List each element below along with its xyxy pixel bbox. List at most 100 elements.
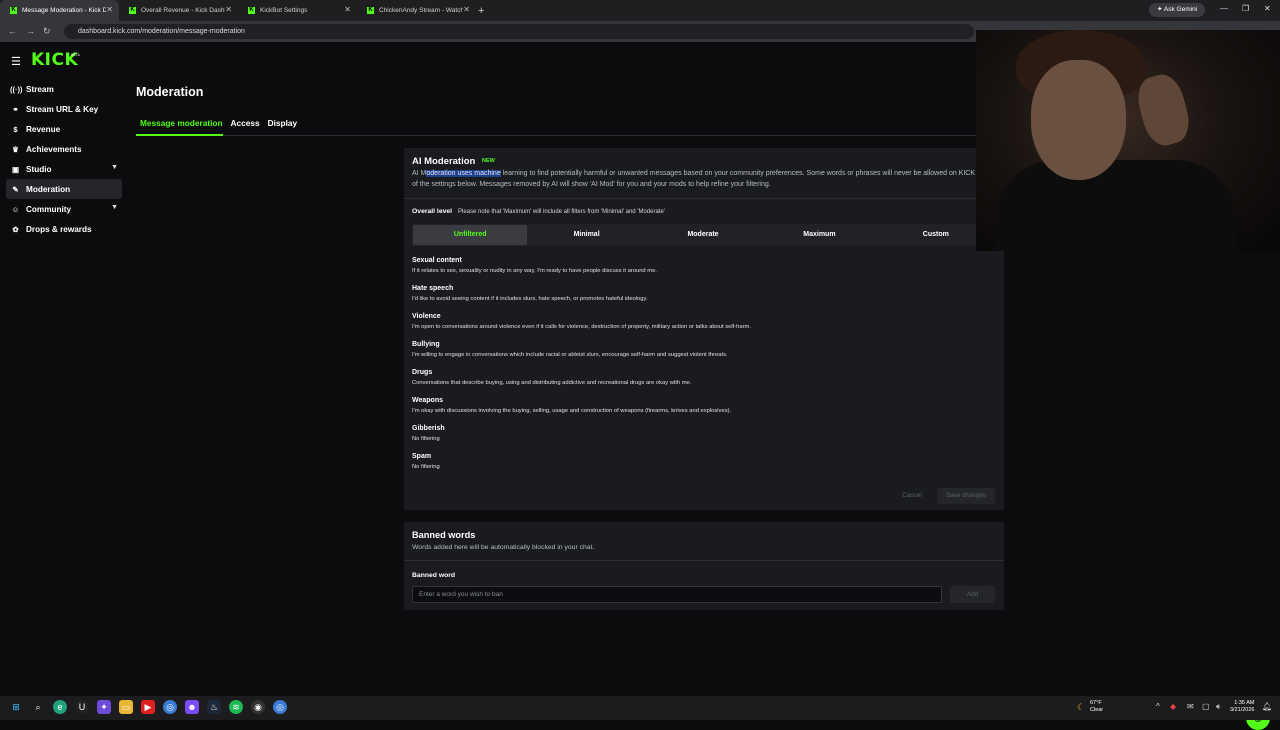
category-weapons: Weapons I'm okay with discussions involv… [412,396,992,417]
forward-icon[interactable]: → [26,26,35,36]
banned-words-title: Banned words [412,530,476,540]
close-window-icon[interactable]: ✕ [1264,4,1271,13]
kick-favicon-icon: K [367,7,374,14]
category-desc: I'm willing to engage in conversations w… [412,352,728,358]
level-moderate[interactable]: Moderate [646,225,760,245]
ai-moderation-title: AI Moderation [412,156,476,167]
category-name: Spam [412,453,432,460]
close-icon[interactable]: ✕ [225,5,232,14]
spotify-icon[interactable]: ≋ [229,700,243,714]
back-icon[interactable]: ← [8,26,17,36]
cancel-button[interactable]: Cancel [896,488,928,504]
sidebar-item-achievements[interactable]: ♛ Achievements [6,139,122,159]
sidebar-item-community[interactable]: ☺ Community ▼ [6,199,122,219]
obs-icon[interactable]: ◉ [251,700,265,714]
windows-start-icon[interactable]: ⊞ [9,700,23,714]
level-maximum[interactable]: Maximum [762,225,876,245]
banned-words-card: Banned words Words added here will be au… [404,522,1004,610]
wrench-icon: ✎ [12,184,19,194]
banned-word-label: Banned word [412,572,456,579]
sidebar-item-label: Community [26,204,72,214]
notification-icon[interactable]: 🔔︎ [1262,702,1272,711]
level-minimal[interactable]: Minimal [529,225,643,245]
youtube-icon[interactable]: ▶ [141,700,155,714]
tab-title: KickBot Settings [260,7,308,14]
beta-badge: BETA [71,53,80,57]
save-changes-button[interactable]: Save changes [937,488,995,504]
category-drugs: Drugs Conversations that describe buying… [412,368,992,389]
browser-tab[interactable]: K Message Moderation - Kick Da ✕ [0,0,119,21]
folder-icon[interactable]: ▭ [119,700,133,714]
tab-message-moderation[interactable]: Message moderation [136,118,227,135]
sidebar-item-label: Stream URL & Key [26,104,99,114]
sidebar-item-stream[interactable]: ((·)) Stream [6,79,122,99]
close-icon[interactable]: ✕ [463,5,470,14]
steam-icon[interactable]: ♨ [207,700,221,714]
tray-chevron-icon[interactable]: ^ [1156,702,1160,711]
category-name: Weapons [412,397,443,404]
unreal-icon[interactable]: U [75,700,89,714]
kick-favicon-icon: K [248,7,255,14]
link-icon: ⚭ [12,104,19,114]
browser-tab[interactable]: K Overall Revenue - Kick Dashbo ✕ [119,0,238,21]
system-clock[interactable]: 1:35 AM 3/21/2026 [1230,700,1254,714]
sidebar-item-drops-rewards[interactable]: ✿ Drops & rewards [6,219,122,239]
banned-words-subtitle: Words added here will be automatically b… [412,544,595,551]
category-name: Violence [412,313,441,320]
divider [404,560,1004,561]
tray-app-icon[interactable]: ✉ [1187,702,1194,711]
category-desc: Conversations that describe buying, usin… [412,380,692,386]
weather-icon[interactable]: ☾ [1074,700,1088,714]
sidebar-item-stream-url-key[interactable]: ⚭ Stream URL & Key [6,99,122,119]
sidebar-item-label: Achievements [26,144,82,154]
weather-widget[interactable]: 67°F Clear [1090,700,1103,714]
reload-icon[interactable]: ↻ [43,26,51,37]
menu-icon[interactable]: ☰ [11,55,21,68]
new-badge: NEW [482,158,495,164]
close-icon[interactable]: ✕ [106,5,113,14]
browser-tab[interactable]: K ChickenAndy Stream - Watch L ✕ [357,0,476,21]
browser-tab[interactable]: K KickBot Settings ✕ [238,0,357,21]
sidebar-item-revenue[interactable]: $ Revenue [6,119,122,139]
minimize-icon[interactable]: — [1220,4,1228,13]
search-icon[interactable]: ⌕ [31,700,45,714]
add-button[interactable]: Add [950,586,995,603]
chrome-icon[interactable]: ◎ [163,700,177,714]
dollar-icon: $ [13,124,18,134]
ai-moderation-card: AI Moderation NEW AI Moderation uses mac… [404,148,1010,510]
category-desc: If it relates to sex, sexuality or nudit… [412,268,657,274]
weather-temp: 67°F [1090,700,1102,706]
copilot-icon[interactable]: ✦ [97,700,111,714]
tray-app-icon[interactable]: ◆ [1170,702,1176,711]
clock-date: 3/21/2026 [1230,707,1255,713]
studio-icon: ▣ [11,164,20,174]
tab-access[interactable]: Access [227,118,264,135]
restore-icon[interactable]: ❐ [1242,4,1249,13]
close-icon[interactable]: ✕ [344,5,351,14]
sidebar-item-label: Revenue [26,124,61,134]
webcam-person-hand [1132,70,1195,150]
sidebar-item-moderation[interactable]: ✎ Moderation [6,179,122,199]
tab-display[interactable]: Display [264,118,302,135]
tray-app-icon[interactable]: ▢ [1202,702,1210,711]
sidebar-item-studio[interactable]: ▣ Studio ▼ [6,159,122,179]
tab-title: Message Moderation - Kick Da [22,7,106,14]
discord-icon[interactable]: ☻ [185,700,199,714]
volume-icon[interactable]: 🔉︎ [1216,702,1221,712]
banned-word-input[interactable] [412,586,942,603]
new-tab-icon[interactable]: + [478,5,484,17]
ask-gemini-button[interactable]: ✦ Ask Gemini [1149,3,1206,17]
url-field[interactable]: dashboard.kick.com/moderation/message-mo… [64,24,974,39]
page-title: Moderation [136,85,204,99]
overall-level-note: Please note that 'Maximum' will include … [458,209,665,215]
category-name: Drugs [412,369,433,376]
chevron-down-icon[interactable]: ▼ [111,164,118,171]
desc-text: AI M [412,170,427,177]
chevron-down-icon[interactable]: ▼ [111,204,118,211]
browser-tab-bar: K Message Moderation - Kick Da ✕ K Overa… [0,0,1280,21]
level-unfiltered[interactable]: Unfiltered [413,225,528,245]
chrome-active-icon[interactable]: ◎ [273,700,287,714]
ai-moderation-description: AI Moderation uses machine learning to f… [412,168,1012,190]
edge-icon[interactable]: e [53,700,67,714]
webcam-person-face [1031,60,1126,180]
